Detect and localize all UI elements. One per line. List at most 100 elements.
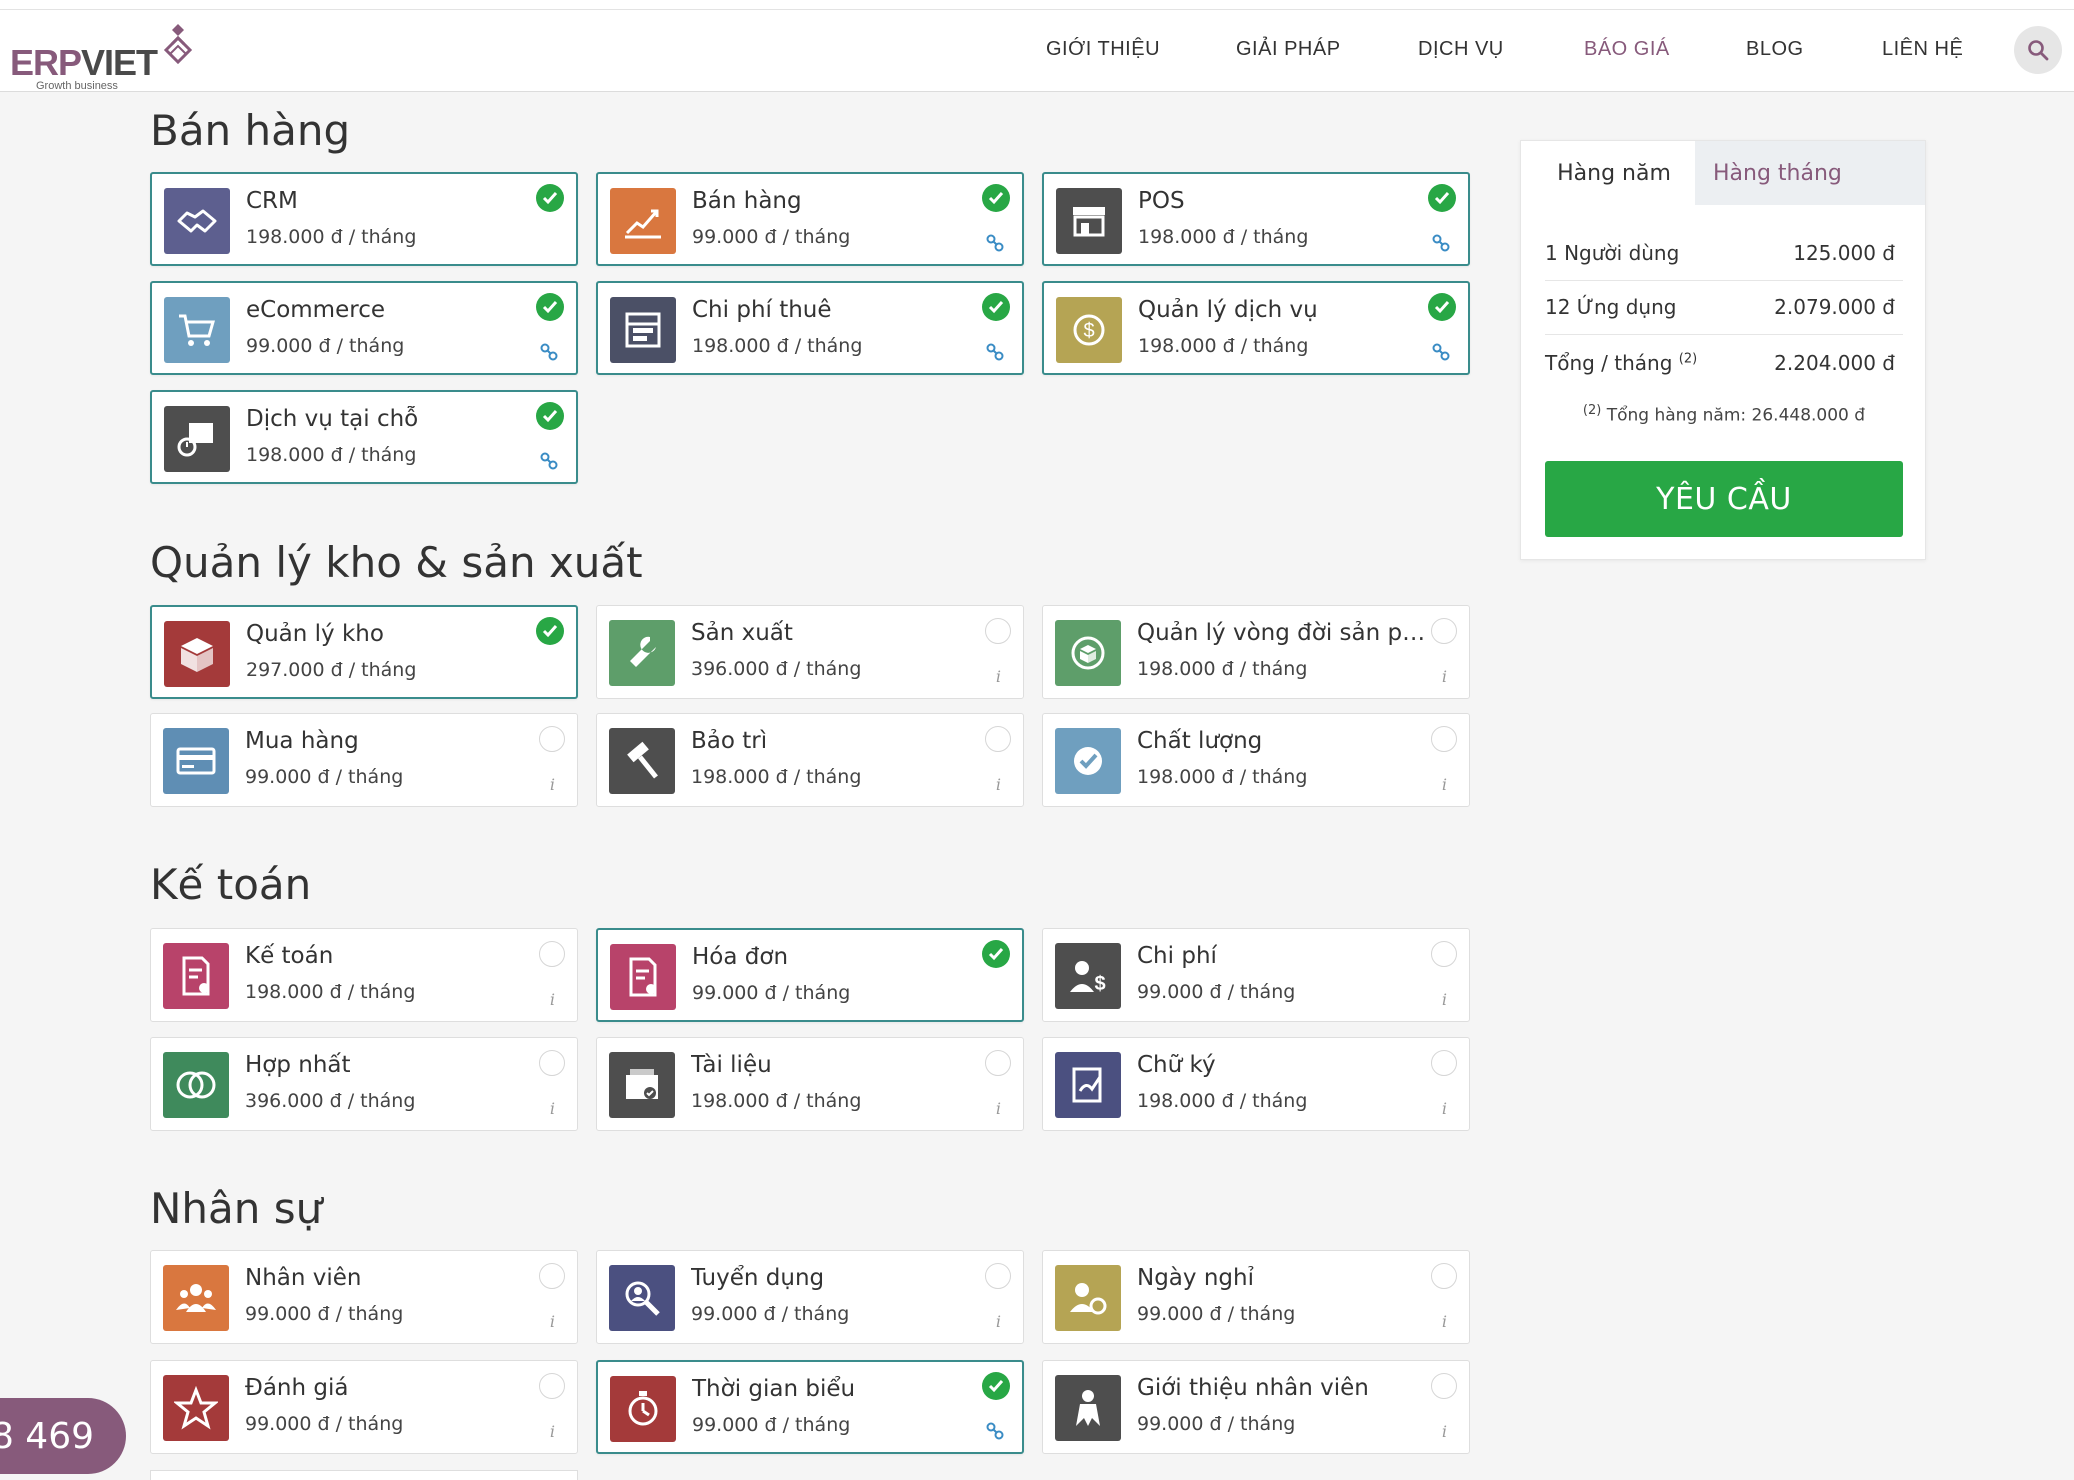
select-radio[interactable] bbox=[539, 941, 565, 967]
yearly-total-text: Tổng hàng năm: 26.448.000 đ bbox=[1606, 405, 1866, 426]
app-card[interactable]: Bán hàng 99.000 đ / tháng bbox=[596, 172, 1024, 266]
check-icon[interactable] bbox=[982, 184, 1010, 212]
info-icon[interactable]: i bbox=[1442, 667, 1447, 686]
app-card[interactable]: $ Quản lý dịch vụ 198.000 đ / tháng bbox=[1042, 281, 1470, 375]
app-card[interactable]: Dịch vụ tại chỗ 198.000 đ / tháng bbox=[150, 390, 578, 484]
link-icon bbox=[1432, 234, 1450, 252]
price-row-label: 1 Người dùng bbox=[1545, 241, 1680, 265]
info-icon[interactable]: i bbox=[1442, 1099, 1447, 1118]
check-icon[interactable] bbox=[536, 402, 564, 430]
app-price: 198.000 đ / tháng bbox=[1137, 658, 1308, 680]
info-icon[interactable]: i bbox=[1442, 1312, 1447, 1331]
check-icon[interactable] bbox=[982, 1372, 1010, 1400]
app-card[interactable]: Đánh giá 99.000 đ / tháng i bbox=[150, 1360, 578, 1454]
tab-yearly[interactable]: Hàng năm bbox=[1533, 141, 1695, 205]
select-radio[interactable] bbox=[539, 1373, 565, 1399]
top-strip bbox=[0, 0, 2074, 10]
app-card[interactable]: Nhân viên 99.000 đ / tháng i bbox=[150, 1250, 578, 1344]
app-name: Sản xuất bbox=[691, 620, 793, 646]
shop-icon bbox=[1056, 188, 1122, 254]
select-radio[interactable] bbox=[1431, 1373, 1457, 1399]
info-icon[interactable]: i bbox=[996, 1312, 1001, 1331]
link-icon bbox=[986, 1422, 1004, 1440]
app-card[interactable]: Tuyển dụng 99.000 đ / tháng i bbox=[596, 1250, 1024, 1344]
nav-gioi-thieu[interactable]: GIỚI THIỆU bbox=[1046, 38, 1160, 68]
app-name: eCommerce bbox=[246, 297, 385, 323]
app-card[interactable]: Bảo trì 198.000 đ / tháng i bbox=[596, 713, 1024, 807]
select-radio[interactable] bbox=[1431, 618, 1457, 644]
app-card[interactable]: Chất lượng 198.000 đ / tháng i bbox=[1042, 713, 1470, 807]
hammer-icon bbox=[609, 728, 675, 794]
nav-bao-gia[interactable]: BÁO GIÁ bbox=[1584, 38, 1670, 68]
select-radio[interactable] bbox=[1431, 1263, 1457, 1289]
total-label: Tổng / tháng bbox=[1545, 351, 1673, 375]
info-icon[interactable]: i bbox=[550, 775, 555, 794]
app-card[interactable]: Sản xuất 396.000 đ / tháng i bbox=[596, 605, 1024, 699]
logo[interactable]: ERPVIET Growth business bbox=[10, 22, 200, 92]
check-icon[interactable] bbox=[536, 617, 564, 645]
price-row-total: Tổng / tháng (2) 2.204.000 đ bbox=[1545, 337, 1903, 391]
info-icon[interactable]: i bbox=[550, 990, 555, 1009]
app-card[interactable]: Quản lý kho 297.000 đ / tháng bbox=[150, 605, 578, 699]
info-icon[interactable]: i bbox=[1442, 990, 1447, 1009]
app-card[interactable]: Kế toán 198.000 đ / tháng i bbox=[150, 928, 578, 1022]
app-card[interactable]: Mua hàng 99.000 đ / tháng i bbox=[150, 713, 578, 807]
info-icon[interactable]: i bbox=[550, 1312, 555, 1331]
app-card[interactable]: Giới thiệu nhân viên 99.000 đ / tháng i bbox=[1042, 1360, 1470, 1454]
app-name: Quản lý vòng đời sản phẩ... bbox=[1137, 620, 1437, 646]
app-price: 198.000 đ / tháng bbox=[1138, 335, 1309, 357]
request-button[interactable]: YÊU CẦU bbox=[1545, 461, 1903, 537]
info-icon[interactable]: i bbox=[1442, 1422, 1447, 1441]
phone-badge[interactable]: 8 469 bbox=[0, 1398, 126, 1474]
app-card[interactable]: $ Chi phí 99.000 đ / tháng i bbox=[1042, 928, 1470, 1022]
tab-monthly[interactable]: Hàng tháng bbox=[1695, 141, 1925, 205]
user-dollar-icon: $ bbox=[1055, 943, 1121, 1009]
app-card[interactable]: Hóa đơn 99.000 đ / tháng bbox=[596, 928, 1024, 1022]
select-radio[interactable] bbox=[985, 726, 1011, 752]
check-icon[interactable] bbox=[1428, 184, 1456, 212]
select-radio[interactable] bbox=[1431, 1050, 1457, 1076]
app-card[interactable]: Chữ ký 198.000 đ / tháng i bbox=[1042, 1037, 1470, 1131]
info-icon[interactable]: i bbox=[1442, 775, 1447, 794]
app-price: 198.000 đ / tháng bbox=[246, 444, 417, 466]
app-card[interactable]: Quản lý vòng đời sản phẩ... 198.000 đ / t… bbox=[1042, 605, 1470, 699]
app-card[interactable]: Hợp nhất 396.000 đ / tháng i bbox=[150, 1037, 578, 1131]
select-radio[interactable] bbox=[985, 1263, 1011, 1289]
app-card[interactable]: Thời gian biểu 99.000 đ / tháng bbox=[596, 1360, 1024, 1454]
search-button[interactable] bbox=[2014, 26, 2062, 74]
select-radio[interactable] bbox=[1431, 726, 1457, 752]
nav-giai-phap[interactable]: GIẢI PHÁP bbox=[1236, 38, 1341, 68]
info-icon[interactable]: i bbox=[996, 1099, 1001, 1118]
nav-dich-vu[interactable]: DỊCH VỤ bbox=[1418, 38, 1504, 68]
footnote-mark: (2) bbox=[1678, 351, 1698, 367]
check-icon[interactable] bbox=[982, 940, 1010, 968]
info-icon[interactable]: i bbox=[996, 775, 1001, 794]
select-radio[interactable] bbox=[539, 1263, 565, 1289]
app-card[interactable]: Tài liệu 198.000 đ / tháng i bbox=[596, 1037, 1024, 1131]
nav-lien-he[interactable]: LIÊN HỆ bbox=[1882, 38, 1963, 68]
logo-diamond-icon bbox=[163, 24, 193, 65]
check-icon[interactable] bbox=[536, 293, 564, 321]
info-icon[interactable]: i bbox=[550, 1099, 555, 1118]
app-card[interactable]: POS 198.000 đ / tháng bbox=[1042, 172, 1470, 266]
app-card[interactable]: Chi phí thuê 198.000 đ / tháng bbox=[596, 281, 1024, 375]
link-icon bbox=[986, 234, 1004, 252]
app-name: Nhân viên bbox=[245, 1265, 362, 1291]
credit-card-icon bbox=[163, 728, 229, 794]
svg-text:$: $ bbox=[1094, 973, 1105, 995]
select-radio[interactable] bbox=[985, 618, 1011, 644]
info-icon[interactable]: i bbox=[996, 667, 1001, 686]
check-icon[interactable] bbox=[536, 184, 564, 212]
select-radio[interactable] bbox=[1431, 941, 1457, 967]
select-radio[interactable] bbox=[539, 726, 565, 752]
app-card[interactable]: Ngày nghỉ 99.000 đ / tháng i bbox=[1042, 1250, 1470, 1344]
info-icon[interactable]: i bbox=[550, 1422, 555, 1441]
select-radio[interactable] bbox=[985, 1050, 1011, 1076]
check-icon[interactable] bbox=[982, 293, 1010, 321]
nav-blog[interactable]: BLOG bbox=[1746, 38, 1804, 68]
link-icon bbox=[986, 343, 1004, 361]
check-icon[interactable] bbox=[1428, 293, 1456, 321]
app-card[interactable]: CRM 198.000 đ / tháng bbox=[150, 172, 578, 266]
app-card[interactable]: eCommerce 99.000 đ / tháng bbox=[150, 281, 578, 375]
select-radio[interactable] bbox=[539, 1050, 565, 1076]
